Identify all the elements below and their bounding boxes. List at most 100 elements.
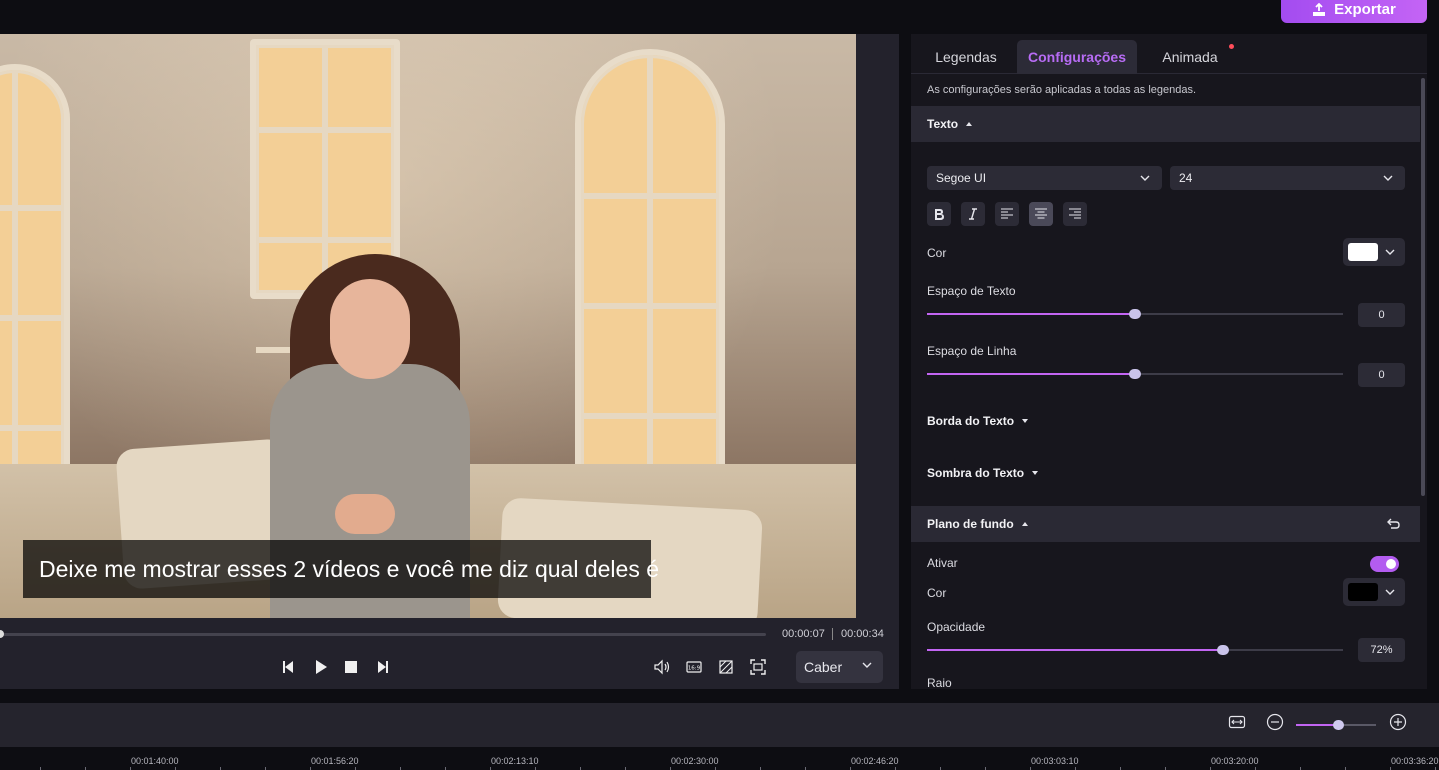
chevron-down-icon — [862, 662, 872, 668]
fit-mode-select[interactable]: Caber — [796, 651, 883, 683]
slider-fill — [927, 373, 1135, 375]
align-center-icon — [1035, 208, 1047, 219]
text-color-swatch — [1348, 243, 1378, 261]
enable-background-toggle[interactable] — [1370, 556, 1399, 572]
settings-tabs: Legendas Configurações Animada — [911, 34, 1427, 74]
background-section-title: Plano de fundo — [927, 517, 1014, 531]
ruler-label: 00:01:40:00 — [131, 756, 179, 766]
video-frame: Deixe me mostrar esses 2 vídeos e você m… — [0, 34, 856, 618]
notification-dot — [1229, 44, 1234, 49]
text-spacing-input[interactable]: 0 — [1358, 303, 1405, 327]
caret-down-icon — [1032, 471, 1039, 475]
slider-fill — [927, 649, 1223, 651]
person-face — [330, 279, 410, 379]
chevron-down-icon — [1383, 175, 1393, 181]
text-border-toggle[interactable]: Borda do Texto — [927, 414, 1029, 428]
fit-timeline-icon[interactable] — [1227, 712, 1247, 732]
total-time: 00:00:34 — [841, 628, 884, 640]
slider-fill — [927, 313, 1135, 315]
chevron-down-icon — [1385, 589, 1395, 595]
bold-icon — [935, 209, 944, 220]
panel-scrollbar[interactable] — [1421, 78, 1425, 496]
tab-legendas[interactable]: Legendas — [925, 40, 1007, 74]
next-frame-icon[interactable] — [372, 657, 392, 677]
zoom-in-icon[interactable] — [1388, 712, 1408, 732]
font-family-select[interactable]: Segoe UI — [927, 166, 1162, 190]
export-label: Exportar — [1334, 1, 1396, 18]
tab-configuracoes[interactable]: Configurações — [1017, 40, 1137, 74]
slider-thumb[interactable] — [1217, 645, 1229, 655]
align-left-button[interactable] — [995, 202, 1019, 226]
timeline-toolbar — [0, 703, 1439, 747]
subtitle-caption[interactable]: Deixe me mostrar esses 2 vídeos e você m… — [23, 540, 659, 598]
slider-thumb[interactable] — [1129, 369, 1141, 379]
text-shadow-toggle[interactable]: Sombra do Texto — [927, 466, 1039, 480]
text-spacing-label: Espaço de Texto — [927, 284, 1016, 298]
current-time: 00:00:07 — [782, 628, 825, 640]
ruler-label: 00:01:56:20 — [311, 756, 359, 766]
line-spacing-slider[interactable] — [927, 369, 1343, 379]
text-border-label: Borda do Texto — [927, 414, 1015, 428]
font-size-select[interactable]: 24 — [1170, 166, 1405, 190]
text-section-header[interactable]: Texto — [911, 106, 1420, 142]
export-icon — [1313, 2, 1326, 16]
caret-up-icon — [966, 122, 973, 126]
settings-note: As configurações serão aplicadas a todas… — [927, 84, 1197, 96]
aspect-ratio-icon[interactable]: 16:9 — [684, 657, 704, 677]
svg-text:16:9: 16:9 — [688, 666, 701, 672]
slider-thumb[interactable] — [1129, 309, 1141, 319]
align-right-icon — [1069, 208, 1081, 219]
person-hands — [335, 494, 395, 534]
caret-up-icon — [1021, 522, 1028, 526]
crop-icon[interactable] — [716, 657, 736, 677]
font-family-value: Segoe UI — [936, 171, 987, 185]
opacity-label: Opacidade — [927, 620, 986, 634]
video-preview-panel: Deixe me mostrar esses 2 vídeos e você m… — [0, 34, 899, 689]
align-right-button[interactable] — [1063, 202, 1087, 226]
volume-icon[interactable] — [652, 657, 672, 677]
ruler-label: 00:03:36:20 — [1391, 756, 1439, 766]
align-center-button[interactable] — [1029, 202, 1053, 226]
bold-button[interactable] — [927, 202, 951, 226]
text-color-picker[interactable] — [1343, 238, 1405, 266]
opacity-input[interactable]: 72% — [1358, 638, 1405, 662]
top-bar: Exportar — [0, 0, 1439, 32]
chevron-down-icon — [1140, 175, 1150, 181]
timeline-ruler[interactable]: 00:01:40:00 00:01:56:20 00:02:13:10 00:0… — [0, 747, 1439, 770]
font-size-value: 24 — [1179, 171, 1193, 185]
play-icon[interactable] — [311, 657, 331, 677]
reset-icon[interactable] — [1385, 516, 1401, 532]
italic-button[interactable] — [961, 202, 985, 226]
line-spacing-label: Espaço de Linha — [927, 344, 1017, 358]
playhead-knob[interactable] — [0, 630, 4, 638]
ruler-label: 00:03:20:00 — [1211, 756, 1259, 766]
ruler-label: 00:02:13:10 — [491, 756, 539, 766]
background-color-label: Cor — [927, 586, 947, 600]
playback-progress-track[interactable] — [0, 633, 766, 636]
ruler-label: 00:02:46:20 — [851, 756, 899, 766]
opacity-slider[interactable] — [927, 645, 1343, 655]
line-spacing-input[interactable]: 0 — [1358, 363, 1405, 387]
background-color-picker[interactable] — [1343, 578, 1405, 606]
previous-frame-icon[interactable] — [279, 657, 299, 677]
fit-mode-value: Caber — [804, 659, 843, 675]
zoom-out-icon[interactable] — [1265, 712, 1285, 732]
ruler-label: 00:03:03:10 — [1031, 756, 1079, 766]
background-section-header[interactable]: Plano de fundo — [911, 506, 1420, 542]
text-section-title: Texto — [927, 117, 959, 131]
text-spacing-slider[interactable] — [927, 309, 1343, 319]
time-separator — [832, 628, 833, 640]
export-button[interactable]: Exportar — [1281, 0, 1427, 23]
chevron-down-icon — [1385, 249, 1395, 255]
caret-down-icon — [1022, 419, 1029, 423]
background-window — [575, 49, 725, 479]
text-color-label: Cor — [927, 246, 947, 260]
stop-icon[interactable] — [341, 657, 361, 677]
ruler-label: 00:02:30:00 — [671, 756, 719, 766]
italic-icon — [969, 208, 977, 220]
align-left-icon — [1001, 208, 1013, 219]
zoom-slider-thumb[interactable] — [1333, 720, 1344, 730]
tab-animada[interactable]: Animada — [1151, 40, 1229, 74]
enable-background-label: Ativar — [927, 556, 958, 570]
fullscreen-icon[interactable] — [748, 657, 768, 677]
